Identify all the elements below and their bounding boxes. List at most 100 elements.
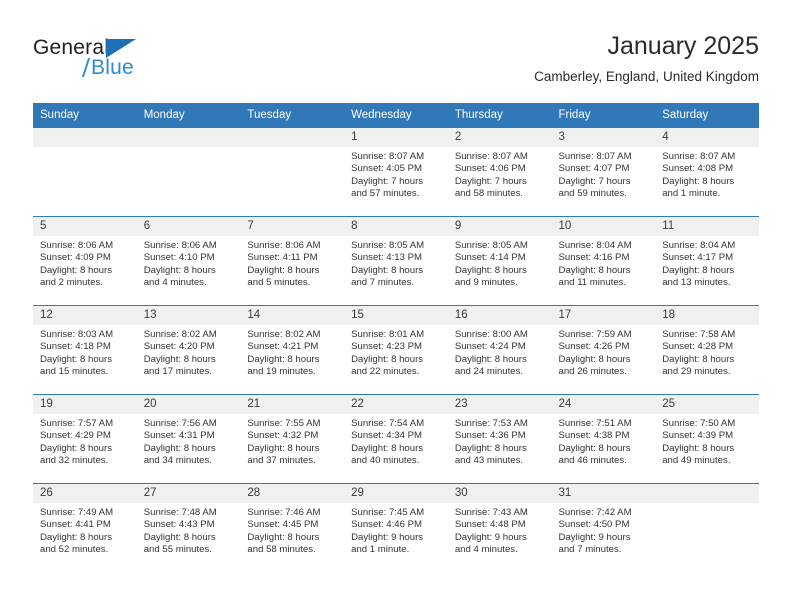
calendar-day-cell[interactable]: 24 Sunrise: 7:51 AM Sunset: 4:38 PM Dayligh… — [551, 394, 656, 484]
calendar-day-cell[interactable]: 22 Sunrise: 7:54 AM Sunset: 4:34 PM Dayligh… — [344, 394, 448, 484]
general-blue-logo[interactable]: General Blue — [33, 36, 183, 88]
calendar-day-cell[interactable]: 10 Sunrise: 8:04 AM Sunset: 4:16 PM Dayligh… — [551, 216, 656, 306]
daylight-text: and 17 minutes. — [143, 366, 212, 378]
calendar-day-cell[interactable]: 28 Sunrise: 7:46 AM Sunset: 4:45 PM Dayligh… — [240, 483, 345, 572]
sunset-text: Sunset: 4:09 PM — [40, 252, 111, 264]
calendar-day-cell[interactable]: 11 Sunrise: 8:04 AM Sunset: 4:17 PM Dayligh… — [655, 216, 759, 306]
day-details: Sunrise: 8:05 AM Sunset: 4:13 PM Daylight:… — [344, 236, 448, 290]
sunrise-text: Sunrise: 7:46 AM — [247, 507, 321, 518]
day-details — [240, 147, 344, 151]
calendar-day-cell[interactable]: 15 Sunrise: 8:01 AM Sunset: 4:23 PM Dayligh… — [344, 305, 448, 395]
sunset-text: Sunset: 4:24 PM — [454, 341, 526, 353]
day-number: 2 — [447, 128, 552, 147]
sunset-text: Sunset: 4:11 PM — [247, 252, 318, 264]
calendar-day-cell-empty — [136, 127, 241, 217]
day-details: Sunrise: 8:05 AM Sunset: 4:14 PM Daylight:… — [448, 236, 552, 290]
sunrise-text: Sunrise: 7:58 AM — [662, 329, 736, 340]
daylight-text: Daylight: 8 hours — [247, 442, 320, 454]
daylight-text: Daylight: 8 hours — [454, 353, 527, 365]
sunset-text: Sunset: 4:31 PM — [143, 430, 215, 442]
calendar-day-cell[interactable]: 20 Sunrise: 7:56 AM Sunset: 4:31 PM Dayligh… — [136, 394, 241, 484]
daylight-text: and 40 minutes. — [351, 455, 420, 467]
calendar-day-cell[interactable]: 6 Sunrise: 8:06 AM Sunset: 4:10 PM Daylight… — [136, 216, 241, 306]
day-details: Sunrise: 8:02 AM Sunset: 4:21 PM Daylight:… — [240, 325, 344, 379]
sunrise-text: Sunrise: 7:48 AM — [143, 507, 217, 518]
sunrise-text: Sunrise: 7:51 AM — [558, 418, 632, 429]
daylight-text: Daylight: 8 hours — [143, 353, 216, 365]
calendar-day-cell[interactable]: 8 Sunrise: 8:05 AM Sunset: 4:13 PM Daylight… — [344, 216, 448, 306]
day-details: Sunrise: 8:06 AM Sunset: 4:10 PM Daylight:… — [137, 236, 241, 290]
sunrise-text: Sunrise: 8:02 AM — [247, 329, 321, 340]
page-title: January 2025 — [607, 32, 759, 60]
calendar-day-cell[interactable]: 16 Sunrise: 8:00 AM Sunset: 4:24 PM Dayligh… — [447, 305, 552, 395]
calendar-page: General Blue January 2025 Camberley, Eng… — [0, 0, 792, 612]
daylight-text: Daylight: 8 hours — [351, 264, 424, 276]
day-number: 21 — [240, 395, 345, 414]
day-details: Sunrise: 7:57 AM Sunset: 4:29 PM Daylight:… — [33, 414, 137, 468]
daylight-text: Daylight: 7 hours — [558, 175, 631, 187]
day-number: 6 — [136, 217, 241, 236]
daylight-text: Daylight: 8 hours — [351, 442, 424, 454]
day-number: 9 — [447, 217, 552, 236]
calendar-day-cell[interactable]: 5 Sunrise: 8:06 AM Sunset: 4:09 PM Daylight… — [33, 216, 137, 306]
day-number: 5 — [33, 217, 137, 236]
daylight-text: Daylight: 8 hours — [143, 264, 216, 276]
sunset-text: Sunset: 4:50 PM — [558, 519, 630, 531]
weekday-header-friday: Friday — [551, 103, 656, 128]
calendar-day-cell[interactable]: 2 Sunrise: 8:07 AM Sunset: 4:06 PM Daylight… — [447, 127, 552, 217]
calendar-day-cell[interactable]: 7 Sunrise: 8:06 AM Sunset: 4:11 PM Daylight… — [240, 216, 345, 306]
daylight-text: and 24 minutes. — [454, 366, 524, 378]
daylight-text: Daylight: 8 hours — [662, 353, 735, 365]
day-details: Sunrise: 8:00 AM Sunset: 4:24 PM Daylight:… — [448, 325, 552, 379]
daylight-text: and 5 minutes. — [247, 277, 311, 289]
daylight-text: Daylight: 8 hours — [40, 353, 112, 365]
sunrise-text: Sunrise: 8:07 AM — [351, 151, 425, 162]
day-number: 29 — [344, 484, 448, 503]
daylight-text: and 7 minutes. — [351, 277, 415, 289]
calendar-day-cell[interactable]: 23 Sunrise: 7:53 AM Sunset: 4:36 PM Dayligh… — [447, 394, 552, 484]
day-details — [33, 147, 137, 151]
day-details: Sunrise: 8:07 AM Sunset: 4:08 PM Daylight:… — [655, 147, 759, 201]
day-details: Sunrise: 7:53 AM Sunset: 4:36 PM Daylight:… — [448, 414, 552, 468]
day-number: 3 — [551, 128, 656, 147]
sunrise-text: Sunrise: 8:07 AM — [558, 151, 632, 162]
sunset-text: Sunset: 4:46 PM — [351, 519, 423, 531]
calendar-day-cell[interactable]: 13 Sunrise: 8:02 AM Sunset: 4:20 PM Dayligh… — [136, 305, 241, 395]
calendar-day-cell[interactable]: 21 Sunrise: 7:55 AM Sunset: 4:32 PM Dayligh… — [240, 394, 345, 484]
day-details: Sunrise: 7:50 AM Sunset: 4:39 PM Daylight:… — [655, 414, 759, 468]
weekday-header-sunday: Sunday — [33, 103, 137, 128]
sunset-text: Sunset: 4:06 PM — [454, 163, 526, 175]
calendar-day-cell[interactable]: 29 Sunrise: 7:45 AM Sunset: 4:46 PM Dayligh… — [344, 483, 448, 572]
day-number: 15 — [344, 306, 448, 325]
sunset-text: Sunset: 4:36 PM — [454, 430, 526, 442]
day-number: 14 — [240, 306, 345, 325]
calendar-day-cell[interactable]: 3 Sunrise: 8:07 AM Sunset: 4:07 PM Daylight… — [551, 127, 656, 217]
daylight-text: Daylight: 8 hours — [40, 442, 112, 454]
sunrise-text: Sunrise: 8:02 AM — [143, 329, 217, 340]
calendar-day-cell[interactable]: 31 Sunrise: 7:42 AM Sunset: 4:50 PM Dayligh… — [551, 483, 656, 572]
day-details: Sunrise: 7:49 AM Sunset: 4:41 PM Daylight:… — [33, 503, 137, 557]
calendar-day-cell[interactable]: 25 Sunrise: 7:50 AM Sunset: 4:39 PM Dayligh… — [655, 394, 759, 484]
daylight-text: and 29 minutes. — [662, 366, 731, 378]
sunset-text: Sunset: 4:34 PM — [351, 430, 423, 442]
calendar-day-cell[interactable]: 26 Sunrise: 7:49 AM Sunset: 4:41 PM Dayligh… — [33, 483, 137, 572]
calendar-day-cell[interactable]: 9 Sunrise: 8:05 AM Sunset: 4:14 PM Daylight… — [447, 216, 552, 306]
sunrise-text: Sunrise: 8:06 AM — [247, 240, 321, 251]
sunrise-text: Sunrise: 7:54 AM — [351, 418, 425, 429]
calendar-day-cell[interactable]: 30 Sunrise: 7:43 AM Sunset: 4:48 PM Dayligh… — [447, 483, 552, 572]
calendar-day-cell[interactable]: 18 Sunrise: 7:58 AM Sunset: 4:28 PM Dayligh… — [655, 305, 759, 395]
calendar-day-cell[interactable]: 17 Sunrise: 7:59 AM Sunset: 4:26 PM Dayligh… — [551, 305, 656, 395]
calendar-day-cell[interactable]: 12 Sunrise: 8:03 AM Sunset: 4:18 PM Dayligh… — [33, 305, 137, 395]
calendar-day-cell[interactable]: 27 Sunrise: 7:48 AM Sunset: 4:43 PM Dayligh… — [136, 483, 241, 572]
daylight-text: Daylight: 7 hours — [454, 175, 527, 187]
calendar-day-cell[interactable]: 4 Sunrise: 8:07 AM Sunset: 4:08 PM Daylight… — [655, 127, 759, 217]
sunrise-text: Sunrise: 7:56 AM — [143, 418, 217, 429]
daylight-text: and 1 minute. — [662, 188, 721, 200]
daylight-text: and 55 minutes. — [143, 544, 212, 556]
sunset-text: Sunset: 4:21 PM — [247, 341, 319, 353]
calendar-day-cell[interactable]: 19 Sunrise: 7:57 AM Sunset: 4:29 PM Dayligh… — [33, 394, 137, 484]
sunset-text: Sunset: 4:28 PM — [662, 341, 734, 353]
daylight-text: and 34 minutes. — [143, 455, 212, 467]
calendar-day-cell[interactable]: 14 Sunrise: 8:02 AM Sunset: 4:21 PM Dayligh… — [240, 305, 345, 395]
calendar-day-cell[interactable]: 1 Sunrise: 8:07 AM Sunset: 4:05 PM Daylight… — [344, 127, 448, 217]
